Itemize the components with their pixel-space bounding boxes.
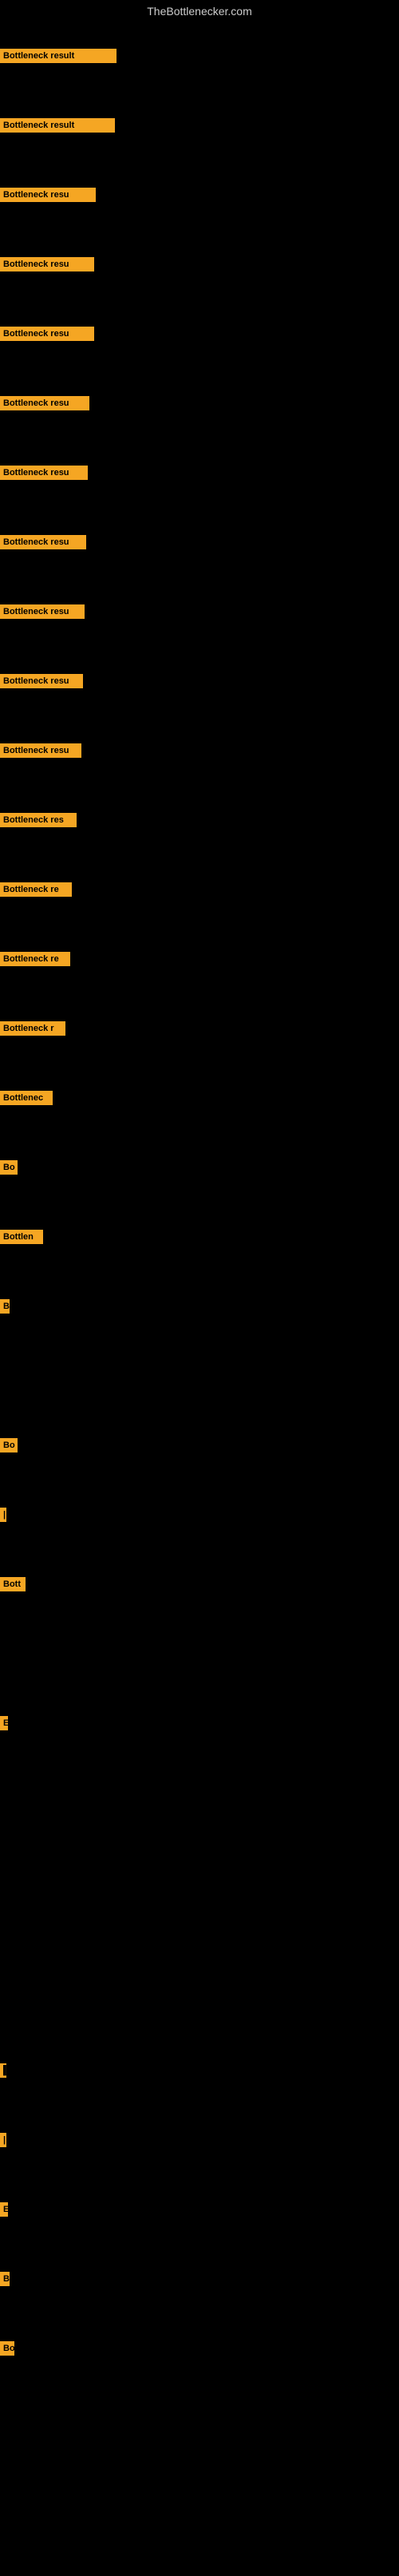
bar-row-19: B	[0, 1299, 10, 1314]
bar-row-1: Bottleneck result	[0, 49, 117, 63]
bar-row-3: Bottleneck resu	[0, 188, 96, 202]
bar-row-25: |	[0, 2133, 6, 2147]
bar-label-4: Bottleneck resu	[0, 257, 94, 271]
bar-row-14: Bottleneck re	[0, 952, 70, 966]
bar-label-19: B	[0, 1299, 10, 1314]
bar-row-8: Bottleneck resu	[0, 535, 86, 549]
bar-label-3: Bottleneck resu	[0, 188, 96, 202]
bar-row-15: Bottleneck r	[0, 1021, 65, 1036]
bar-row-9: Bottleneck resu	[0, 604, 85, 619]
bar-label-26: E	[0, 2202, 8, 2217]
bar-row-12: Bottleneck res	[0, 813, 77, 827]
bar-row-18: Bottlen	[0, 1230, 43, 1244]
bar-label-16: Bottlenec	[0, 1091, 53, 1105]
bar-row-11: Bottleneck resu	[0, 743, 81, 758]
bar-label-12: Bottleneck res	[0, 813, 77, 827]
bar-label-23: E	[0, 1716, 8, 1730]
bar-label-10: Bottleneck resu	[0, 674, 83, 688]
bar-row-4: Bottleneck resu	[0, 257, 94, 271]
bar-row-2: Bottleneck result	[0, 118, 115, 133]
bar-row-28: Bo	[0, 2341, 14, 2356]
bar-label-5: Bottleneck resu	[0, 327, 94, 341]
bar-row-7: Bottleneck resu	[0, 466, 88, 480]
bar-label-24: ▌	[0, 2063, 6, 2078]
bar-row-20: Bo	[0, 1438, 18, 1452]
bar-row-17: Bo	[0, 1160, 18, 1175]
bar-label-2: Bottleneck result	[0, 118, 115, 133]
bar-label-17: Bo	[0, 1160, 18, 1175]
bar-label-13: Bottleneck re	[0, 882, 72, 897]
bar-row-16: Bottlenec	[0, 1091, 53, 1105]
bar-label-22: Bott	[0, 1577, 26, 1591]
bar-label-7: Bottleneck resu	[0, 466, 88, 480]
bar-row-13: Bottleneck re	[0, 882, 72, 897]
bar-label-18: Bottlen	[0, 1230, 43, 1244]
bar-label-14: Bottleneck re	[0, 952, 70, 966]
bar-row-27: B	[0, 2272, 10, 2286]
bar-row-24: ▌	[0, 2063, 6, 2078]
bar-row-22: Bott	[0, 1577, 26, 1591]
bar-row-23: E	[0, 1716, 8, 1730]
bar-label-25: |	[0, 2133, 6, 2147]
bar-label-1: Bottleneck result	[0, 49, 117, 63]
bar-label-9: Bottleneck resu	[0, 604, 85, 619]
bar-row-5: Bottleneck resu	[0, 327, 94, 341]
bar-label-15: Bottleneck r	[0, 1021, 65, 1036]
bar-row-10: Bottleneck resu	[0, 674, 83, 688]
bar-label-28: Bo	[0, 2341, 14, 2356]
bar-label-11: Bottleneck resu	[0, 743, 81, 758]
bar-label-20: Bo	[0, 1438, 18, 1452]
bar-row-6: Bottleneck resu	[0, 396, 89, 410]
bar-label-8: Bottleneck resu	[0, 535, 86, 549]
bar-label-27: B	[0, 2272, 10, 2286]
bar-label-21: |	[0, 1508, 6, 1522]
bar-row-26: E	[0, 2202, 8, 2217]
bar-row-21: |	[0, 1508, 6, 1522]
site-title: TheBottlenecker.com	[0, 0, 399, 21]
bar-label-6: Bottleneck resu	[0, 396, 89, 410]
